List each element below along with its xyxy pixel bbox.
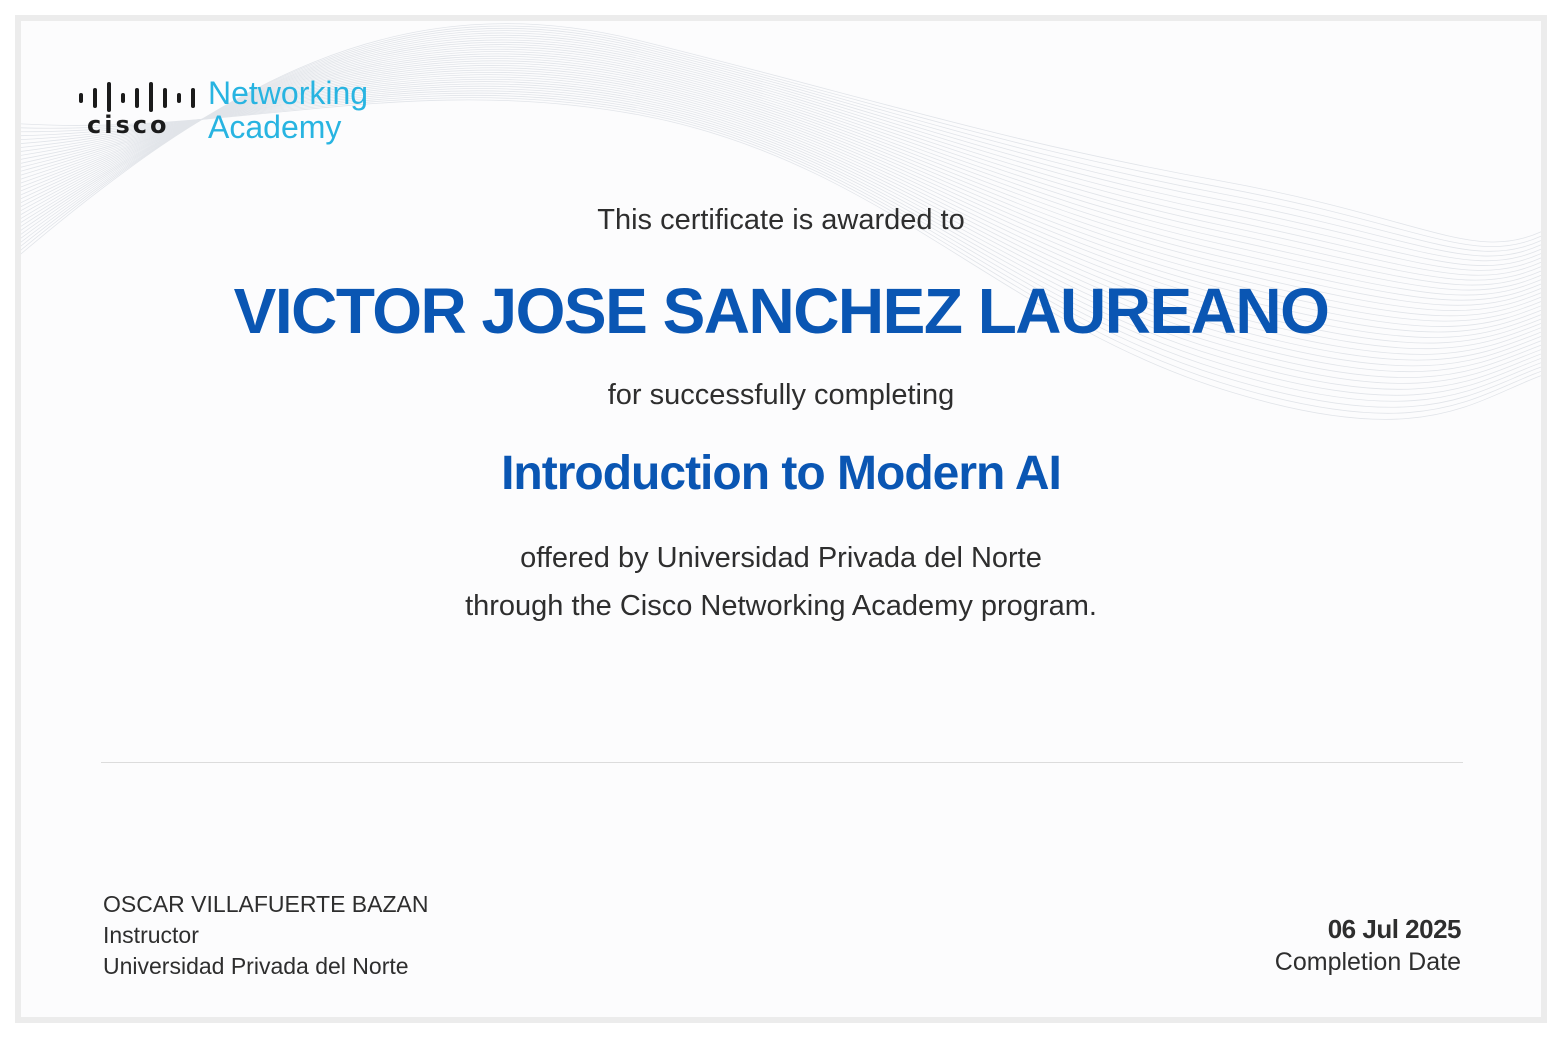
certificate-frame: cisco Networking Academy This certificat… [15,15,1547,1023]
cisco-bars-icon [79,82,195,112]
cisco-wordmark: cisco [87,111,170,139]
cisco-networking-academy-logo: cisco Networking Academy [78,76,388,156]
recipient-name: VICTOR JOSE SANCHEZ LAUREANO [233,275,1330,347]
completing-text: for successfully completing [607,379,955,411]
completion-date: 06 Jul 2025 [1327,914,1462,944]
completion-date-block: 06 Jul 2025 Completion Date [1274,913,1462,979]
signature-divider [101,762,1463,763]
logo-line-academy: Academy [208,109,342,145]
awarded-to-text: This certificate is awarded to [597,204,965,236]
decorative-wave-pattern [21,23,1541,420]
offered-by-text: offered by Universidad Privada del Norte… [21,534,1541,630]
offered-by-line: offered by Universidad Privada del Norte [520,542,1042,574]
program-line: through the Cisco Networking Academy pro… [465,590,1097,622]
networking-academy-wordmark: Networking Academy [208,76,368,144]
instructor-block: OSCAR VILLAFUERTE BAZAN Instructor Unive… [103,889,429,982]
completion-date-label: Completion Date [1274,948,1461,976]
instructor-name: OSCAR VILLAFUERTE BAZAN [103,891,429,917]
logo-line-networking: Networking [208,75,369,111]
instructor-institution: Universidad Privada del Norte [103,953,409,979]
instructor-role: Instructor [103,922,199,948]
course-title: Introduction to Modern AI [501,447,1062,500]
